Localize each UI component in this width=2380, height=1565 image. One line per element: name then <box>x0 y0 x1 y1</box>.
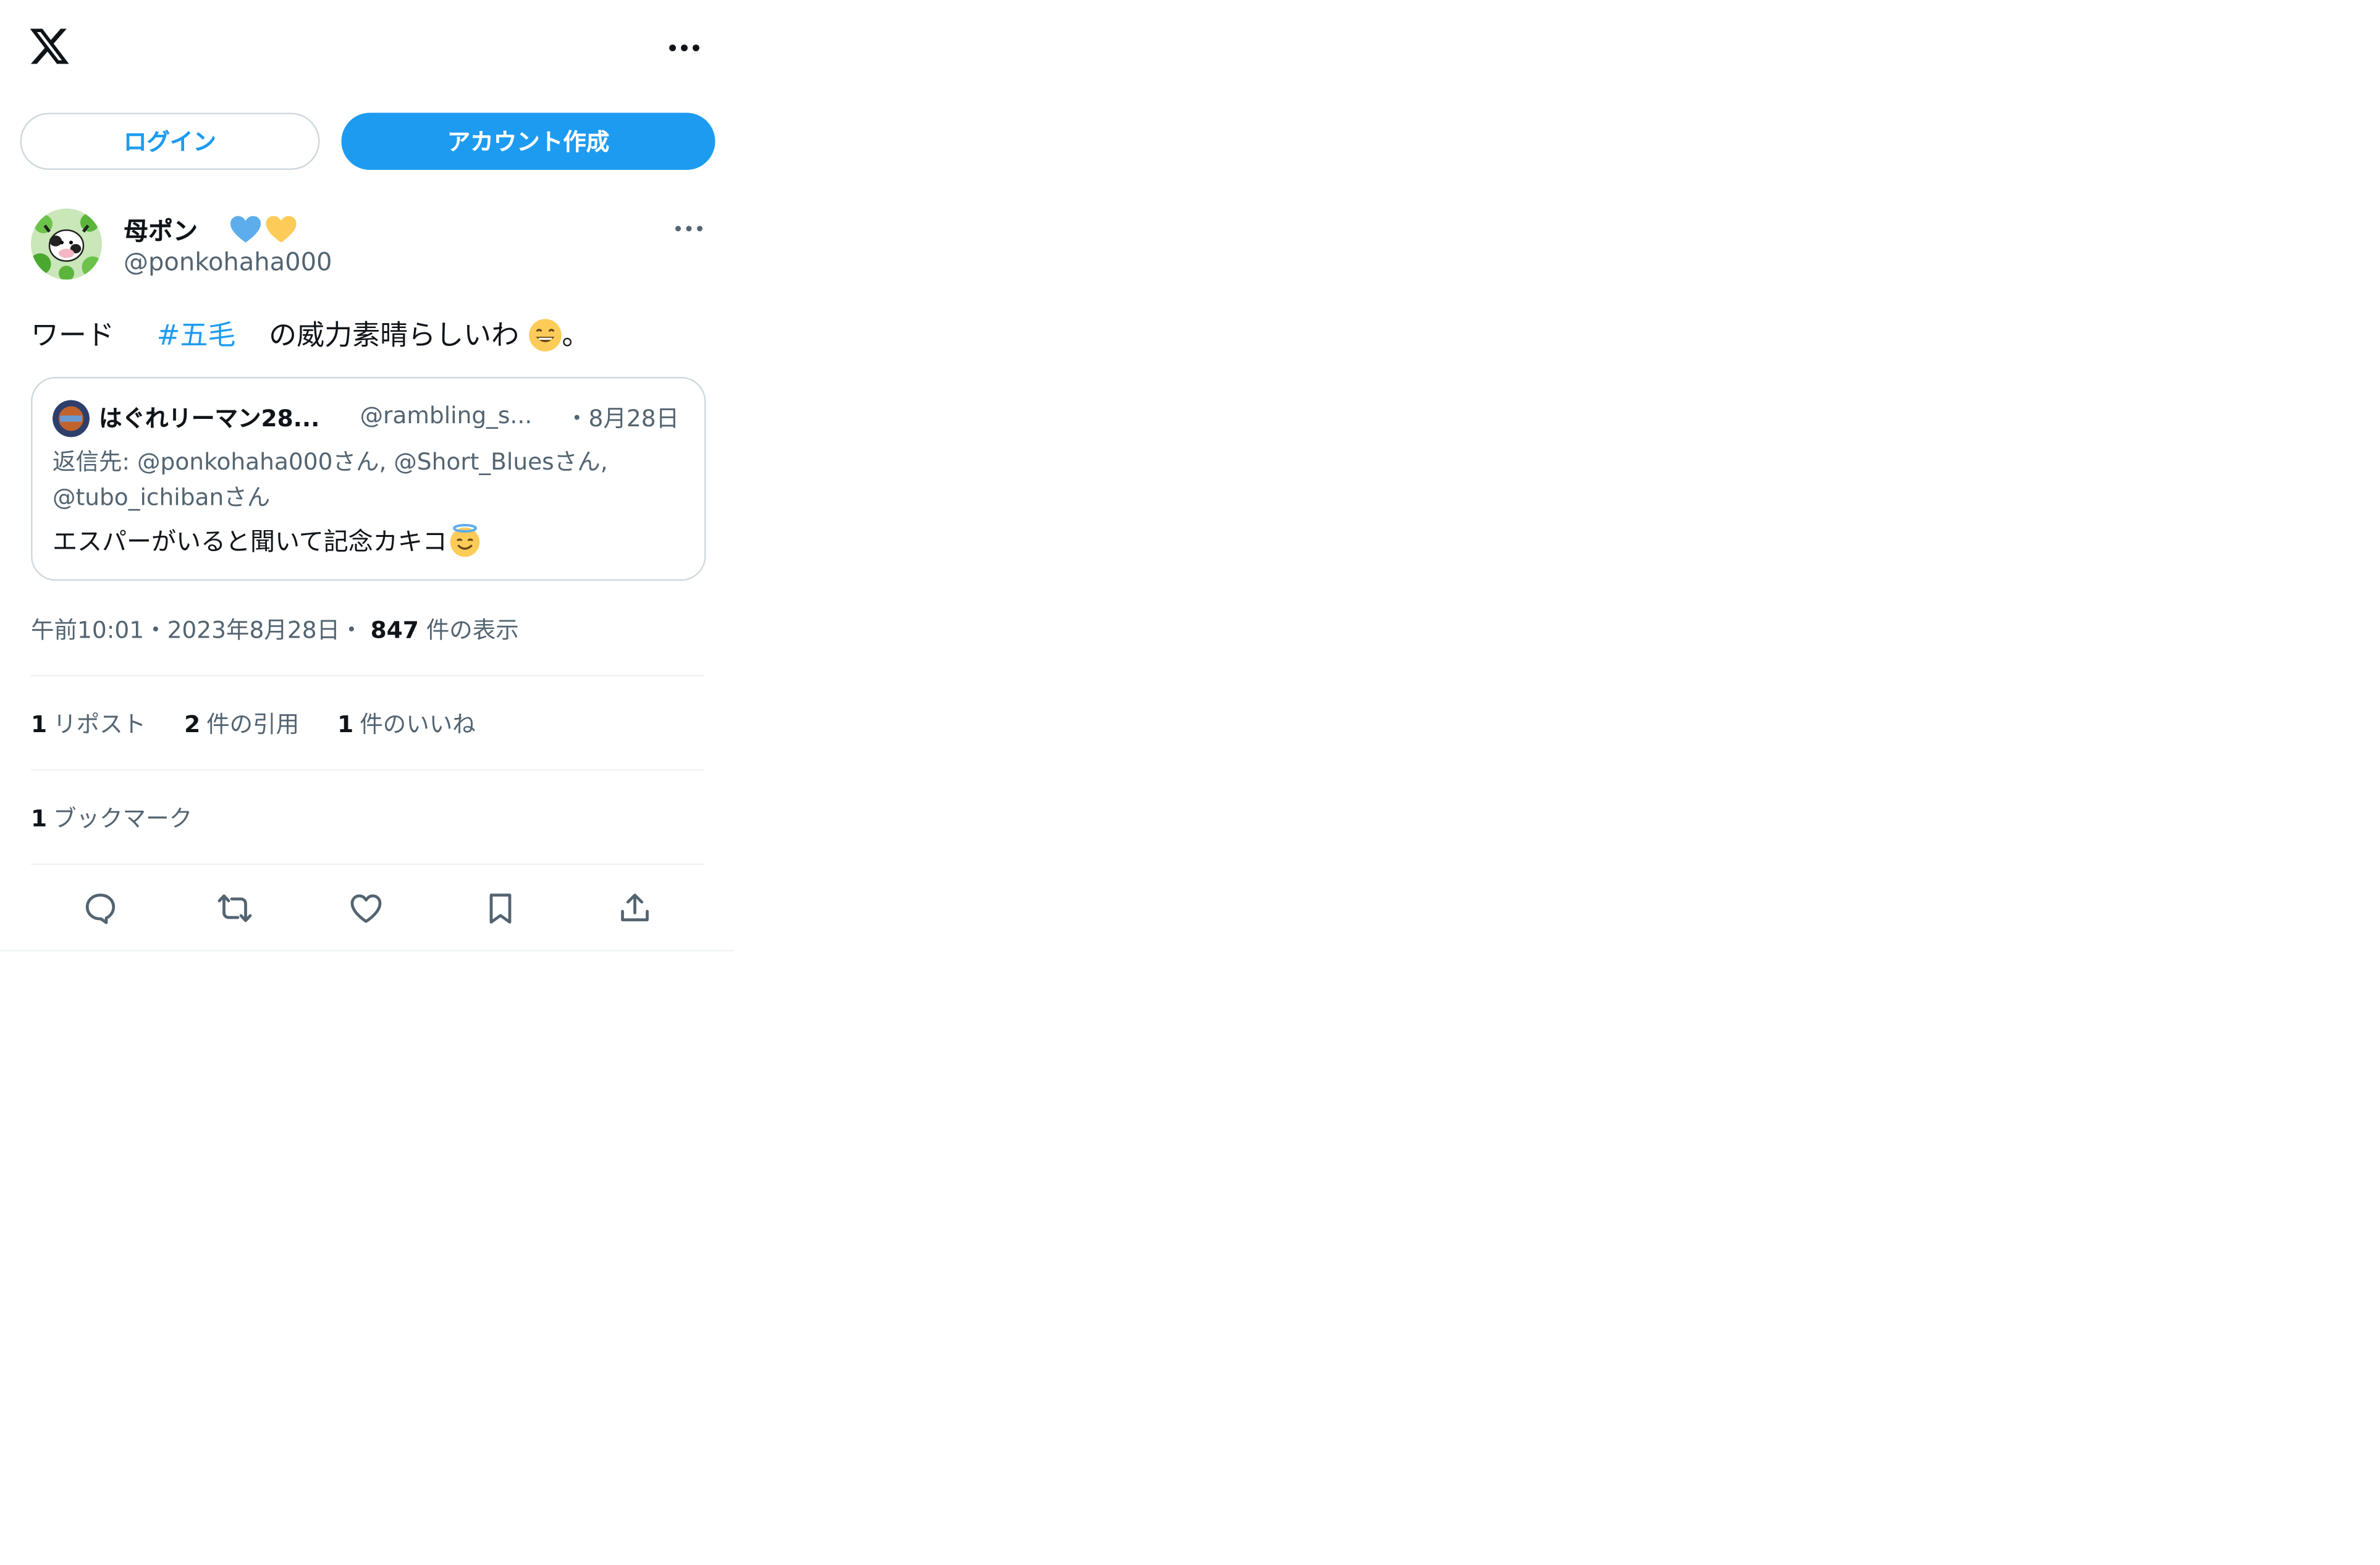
page: ログイン アカウント作成 母ポン @ponkohaha000 ワード #五毛 の… <box>0 0 2380 1565</box>
post-text: ワード #五毛 の威力素晴らしいわ 。 <box>31 317 589 365</box>
hashtag-link[interactable]: #五毛 <box>157 320 236 353</box>
share-icon[interactable] <box>614 887 657 930</box>
avatar[interactable] <box>31 208 102 280</box>
post-text-end: 。 <box>562 319 590 353</box>
hearts-emoji <box>229 213 300 244</box>
engagement-stats: 1 リポスト 2 件の引用 1 件のいいね <box>31 707 507 740</box>
post-text-suffix: の威力素晴らしいわ <box>269 319 520 353</box>
quoted-post-date: ・8月28日 <box>565 405 680 432</box>
x-logo-icon[interactable] <box>28 25 71 68</box>
post-timestamp[interactable]: 午前10:01・2023年8月28日・ <box>31 617 363 644</box>
create-account-button[interactable]: アカウント作成 <box>341 112 715 170</box>
divider <box>31 769 704 771</box>
author-handle[interactable]: @ponkohaha000 <box>124 247 332 277</box>
divider <box>31 863 704 865</box>
post-meta: 午前10:01・2023年8月28日・ 847 件の表示 <box>31 614 519 646</box>
quoted-post-text-line: エスパーがいると聞いて記念カキコ <box>53 524 481 567</box>
author-name[interactable]: 母ポン <box>124 210 198 247</box>
views-count: 847 <box>370 616 419 644</box>
grinning-face-icon <box>528 318 562 365</box>
bookmarks-stat[interactable]: 1 ブックマーク <box>31 802 192 835</box>
bookmark-icon[interactable] <box>479 887 522 930</box>
top-bar <box>0 0 734 93</box>
quoted-author-avatar <box>53 400 90 437</box>
quoted-author-handle: @rambling_s... <box>360 402 533 429</box>
quoted-reply-to: 返信先: @ponkohaha000さん, @Short_Bluesさん, @t… <box>53 448 608 512</box>
quoted-author-name: はぐれリーマン28... <box>99 405 320 432</box>
more-horizontal-icon[interactable] <box>664 28 704 68</box>
divider <box>31 675 704 677</box>
reply-icon[interactable] <box>79 887 122 930</box>
likes-stat[interactable]: 1 件のいいね <box>337 711 476 738</box>
quoted-post[interactable]: はぐれリーマン28... @rambling_s... ・8月28日 返信先: … <box>31 377 706 581</box>
more-options-icon[interactable] <box>670 210 707 247</box>
divider <box>0 950 734 951</box>
like-icon[interactable] <box>345 887 388 930</box>
reposts-stat[interactable]: 1 リポスト <box>31 711 146 738</box>
login-button[interactable]: ログイン <box>20 112 320 170</box>
quotes-stat[interactable]: 2 件の引用 <box>184 711 299 738</box>
repost-icon[interactable] <box>213 887 256 930</box>
views-label: 件の表示 <box>426 616 519 644</box>
quoted-post-text: エスパーがいると聞いて記念カキコ <box>53 526 447 557</box>
post-text-prefix: ワード <box>31 319 114 353</box>
smiling-face-with-halo-icon <box>447 524 481 567</box>
